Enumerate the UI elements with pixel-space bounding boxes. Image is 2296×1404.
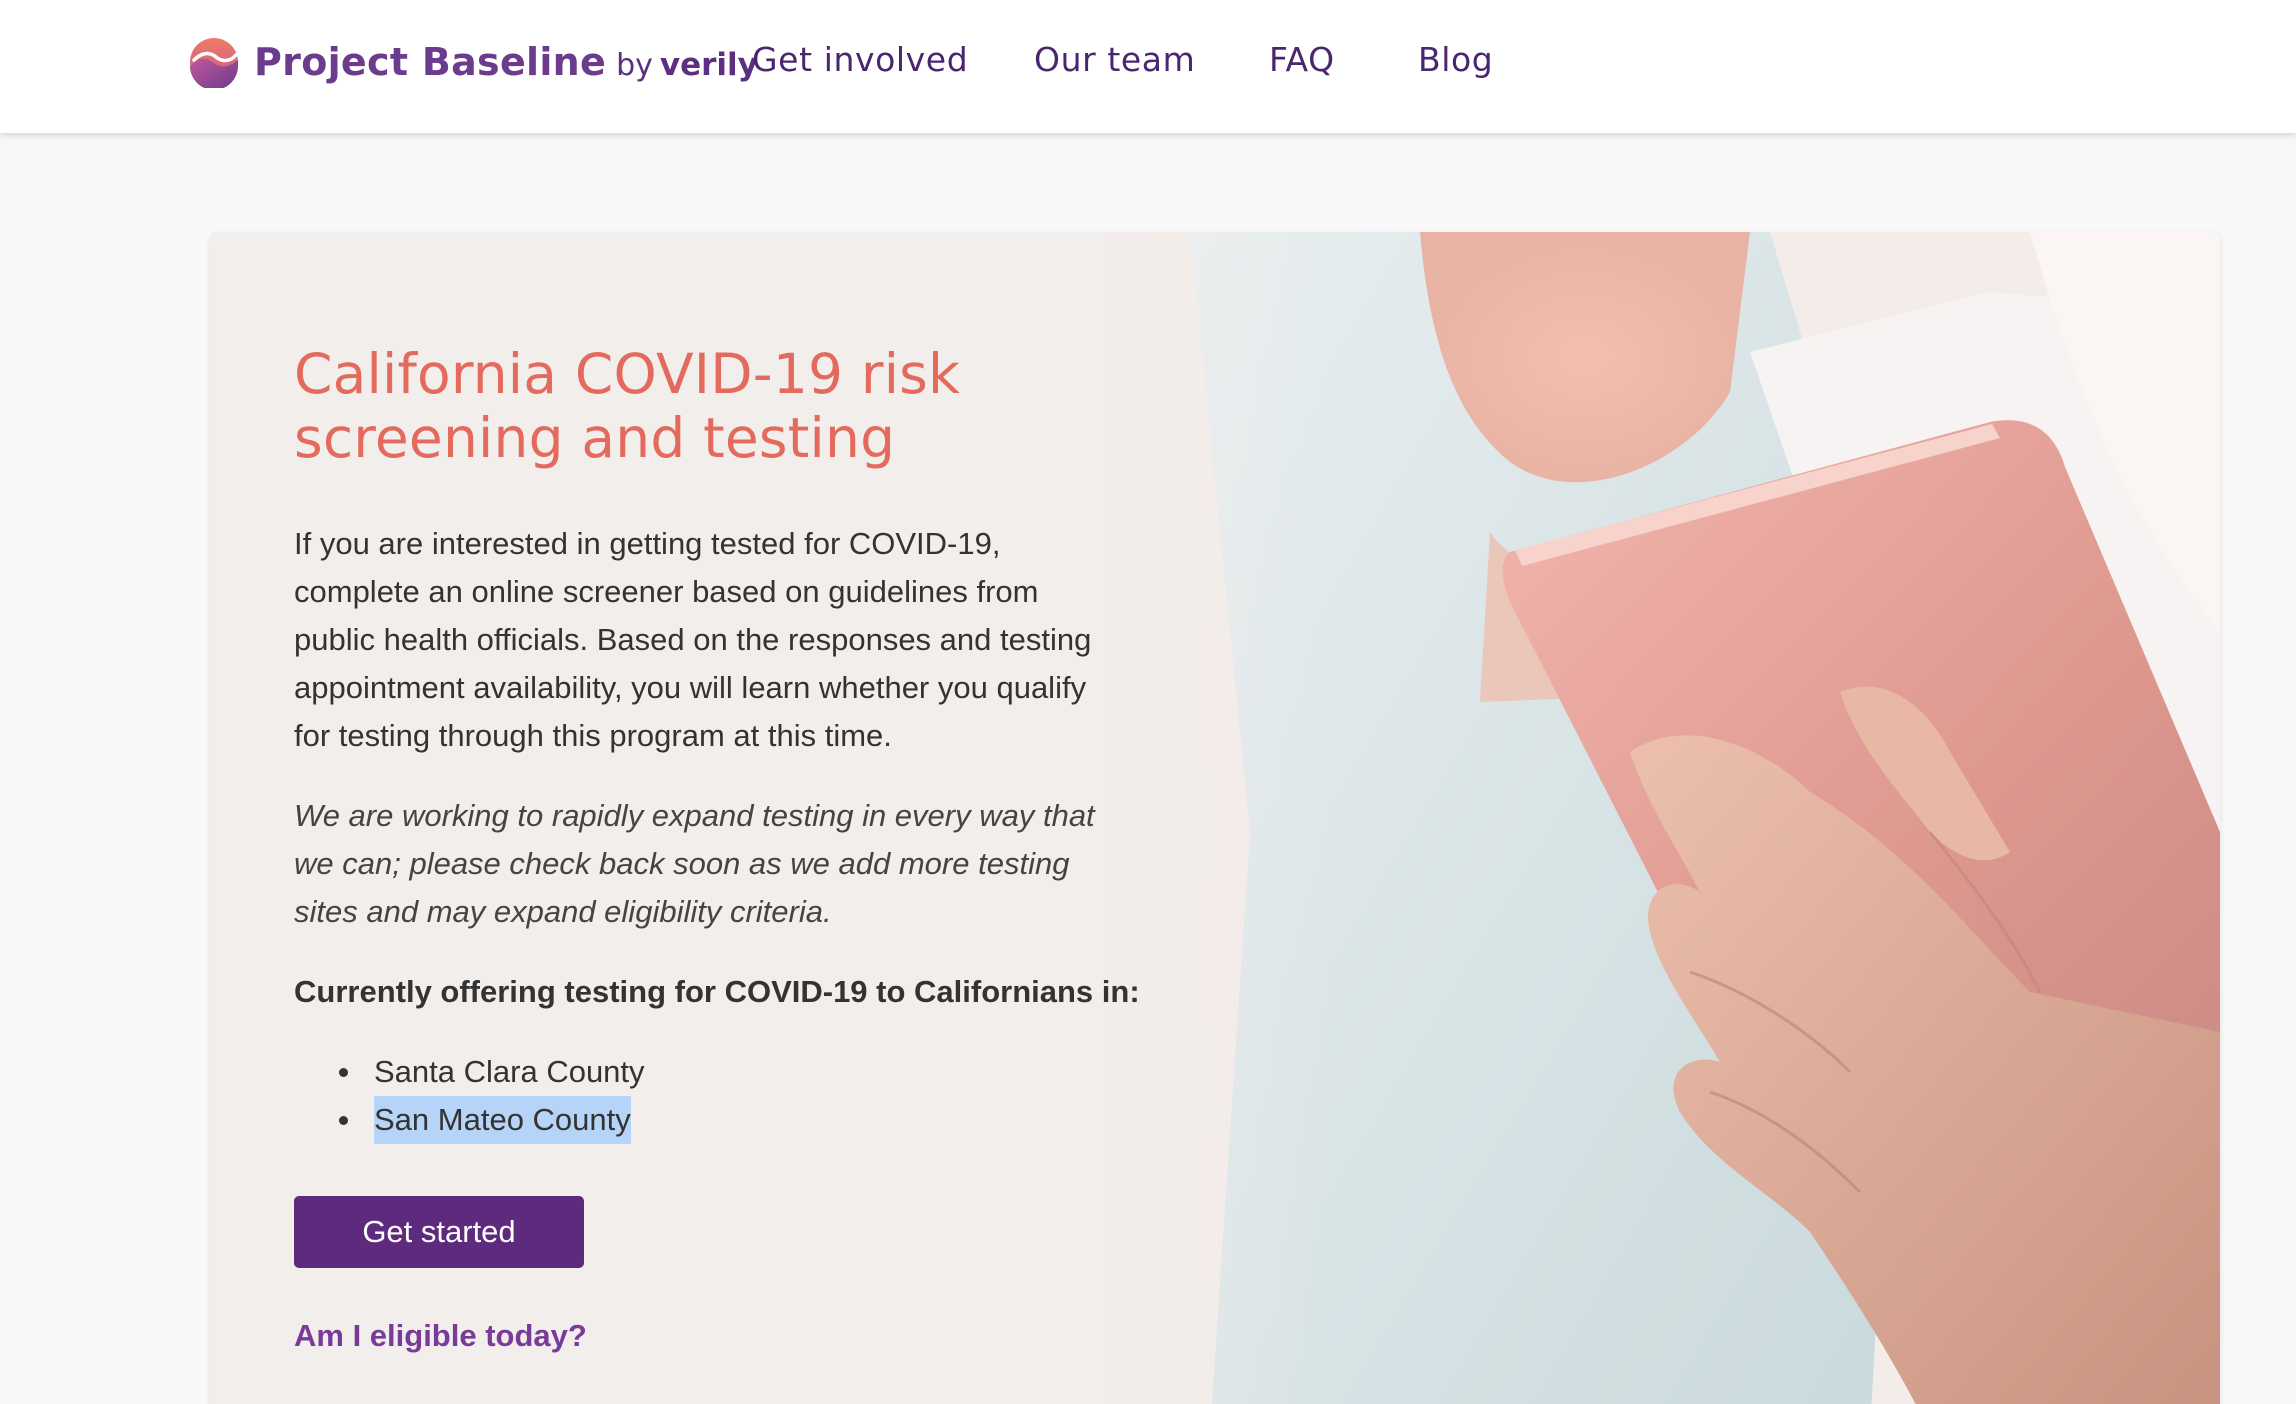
site-header: Project Baseline by verily Get involved … (0, 0, 2296, 134)
page-title-line: California COVID-19 risk (294, 342, 961, 406)
intro-paragraph: If you are interested in getting tested … (294, 520, 1174, 760)
page-title-line: screening and testing (294, 406, 896, 470)
intro-line: for testing through this program at this… (294, 718, 892, 753)
expansion-notice: We are working to rapidly expand testing… (294, 792, 1174, 936)
notice-line: We are working to rapidly expand testing… (294, 798, 1095, 833)
nav-faq[interactable]: FAQ (1269, 40, 1335, 79)
nav-blog[interactable]: Blog (1418, 40, 1493, 79)
notice-line: sites and may expand eligibility criteri… (294, 894, 832, 929)
intro-line: public health officials. Based on the re… (294, 622, 1092, 657)
intro-line: appointment availability, you will learn… (294, 670, 1087, 705)
nav-get-involved[interactable]: Get involved (752, 40, 968, 79)
intro-line: If you are interested in getting tested … (294, 526, 1001, 561)
offering-heading: Currently offering testing for COVID-19 … (294, 974, 1140, 1009)
page-title: California COVID-19 risk screening and t… (294, 342, 1174, 470)
hero-card: California COVID-19 risk screening and t… (210, 232, 2220, 1404)
baseline-logo-icon (190, 38, 238, 88)
brand-by: by (616, 47, 653, 83)
list-item: San Mateo County (294, 1096, 1174, 1144)
brand-home-link[interactable]: Project Baseline by verily (188, 34, 758, 90)
brand-name: Project Baseline (254, 40, 607, 84)
county-name-selected: San Mateo County (374, 1096, 631, 1144)
nav-our-team[interactable]: Our team (1034, 40, 1195, 79)
get-started-button[interactable]: Get started (294, 1196, 584, 1268)
list-item: Santa Clara County (294, 1048, 1174, 1096)
intro-line: complete an online screener based on gui… (294, 574, 1039, 609)
eligibility-link[interactable]: Am I eligible today? (294, 1318, 587, 1354)
hero-text-block: California COVID-19 risk screening and t… (294, 342, 1174, 1354)
notice-line: we can; please check back soon as we add… (294, 846, 1070, 881)
brand-verily: verily (659, 47, 758, 83)
county-name: Santa Clara County (374, 1054, 645, 1089)
county-list: Santa Clara County San Mateo County (294, 1048, 1174, 1144)
